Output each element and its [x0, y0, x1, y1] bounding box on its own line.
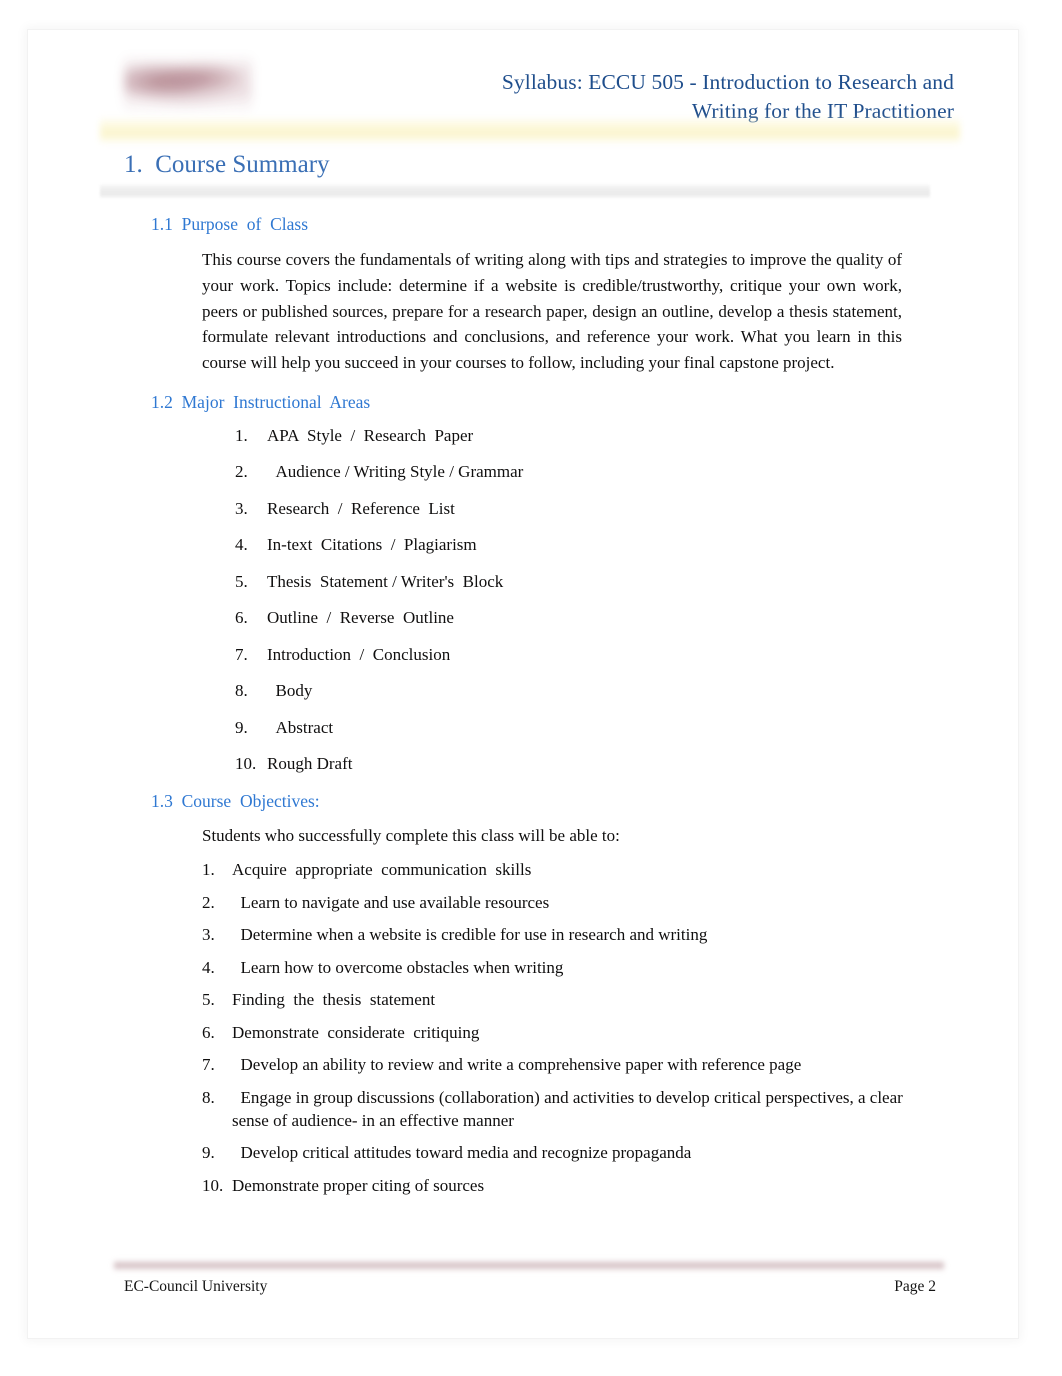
list-item-number: 4. [235, 535, 248, 555]
footer-page-number: Page 2 [894, 1278, 936, 1295]
list-item-number: 6. [235, 608, 248, 628]
subsection-heading-course-objectives: 1.3 Course Objectives: [151, 791, 320, 812]
list-item-number: 2. [202, 892, 215, 912]
list-item: 8. Body [235, 679, 1018, 702]
list-item-number: 2. [235, 462, 248, 482]
list-item-number: 9. [235, 717, 248, 737]
list-item-number: 6. [202, 1022, 215, 1042]
list-item-number: 3. [235, 498, 248, 518]
list-item: 6. Outline / Reverse Outline [235, 606, 1018, 629]
list-item-number: 8. [235, 681, 248, 701]
list-item-text: Engage in group discussions (collaborati… [232, 1087, 908, 1130]
list-item-number: 1. [202, 860, 215, 880]
list-item-text: In-text Citations / Plagiarism [267, 535, 477, 555]
subsection-heading-major-instructional-areas: 1.2 Major Instructional Areas [151, 391, 371, 412]
list-item: 9. Abstract [235, 716, 1018, 739]
list-item: 6. Demonstrate considerate critiquing [202, 1021, 922, 1044]
list-item-number: 9. [202, 1143, 215, 1163]
course-objectives-intro: Students who successfully complete this … [202, 826, 620, 846]
document-body: 1. Course Summary 1.1 Purpose of Class T… [28, 148, 1018, 1206]
list-item-text: Develop critical attitudes toward media … [232, 1143, 692, 1163]
list-item-number: 5. [235, 571, 248, 591]
list-item: 2. Audience / Writing Style / Grammar [235, 460, 1018, 483]
list-item: 7. Develop an ability to review and writ… [202, 1053, 922, 1076]
list-item-text: Finding the thesis statement [232, 990, 436, 1010]
list-item: 3. Determine when a website is credible … [202, 923, 922, 946]
section-heading-row: 1. Course Summary [28, 148, 1018, 182]
document-footer: EC-Council University Page 2 [28, 1252, 1018, 1338]
list-item: 1. Acquire appropriate communication skil… [202, 858, 922, 881]
list-item-text: Outline / Reverse Outline [267, 608, 454, 628]
document-header: Syllabus: ECCU 505 - Introduction to Res… [28, 30, 1018, 148]
list-item-text: APA Style / Research Paper [267, 425, 474, 445]
list-item: 2. Learn to navigate and use available r… [202, 891, 922, 914]
document-title-line-1: Syllabus: ECCU 505 - Introduction to Res… [501, 70, 954, 94]
list-item-number: 7. [235, 644, 248, 664]
list-item: 7. Introduction / Conclusion [235, 643, 1018, 666]
list-item: 1. APA Style / Research Paper [235, 424, 1018, 447]
list-item-text: Determine when a website is credible for… [232, 925, 708, 945]
list-item: 4. Learn how to overcome obstacles when … [202, 956, 922, 979]
list-item: 5. Finding the thesis statement [202, 988, 922, 1011]
list-item-number: 5. [202, 990, 215, 1010]
list-item-text: Rough Draft [267, 754, 353, 774]
list-item-text: Research / Reference List [267, 498, 455, 518]
list-item-number: 7. [202, 1055, 215, 1075]
list-item: 3. Research / Reference List [235, 497, 1018, 520]
ec-council-university-logo-icon [124, 55, 252, 113]
list-item-number: 3. [202, 925, 215, 945]
list-item-number: 4. [202, 957, 215, 977]
list-item: 9. Develop critical attitudes toward med… [202, 1141, 922, 1164]
list-item: 4. In-text Citations / Plagiarism [235, 533, 1018, 556]
list-item: 10. Rough Draft [235, 752, 1018, 775]
list-item-text: Acquire appropriate communication skills [232, 860, 532, 880]
list-item-text: Abstract [267, 717, 334, 737]
list-item-text: Learn to navigate and use available reso… [232, 892, 550, 912]
subsection-heading-purpose-of-class: 1.1 Purpose of Class [151, 214, 309, 234]
list-item-text: Develop an ability to review and write a… [232, 1055, 802, 1075]
section-heading-course-summary: 1. Course Summary [124, 151, 330, 178]
list-item-text: Introduction / Conclusion [267, 644, 451, 664]
instructional-areas-list: 1. APA Style / Research Paper 2. Audience … [235, 424, 1018, 776]
list-item-number: 10. [235, 754, 257, 774]
list-item: 5. Thesis Statement / Writer's Block [235, 570, 1018, 593]
list-item-text: Demonstrate proper citing of sources [232, 1175, 485, 1195]
purpose-of-class-paragraph: This course covers the fundamentals of w… [202, 250, 902, 373]
header-accent-band [100, 116, 960, 146]
footer-accent-band [114, 1260, 944, 1271]
list-item-number: 8. [202, 1087, 215, 1107]
page-canvas: Syllabus: ECCU 505 - Introduction to Res… [28, 30, 1018, 1338]
list-item: 10. Demonstrate proper citing of sources [202, 1174, 922, 1197]
course-objectives-list: 1. Acquire appropriate communication skil… [202, 858, 922, 1197]
section-heading-rule [100, 184, 930, 198]
list-item-text: Body [267, 681, 313, 701]
list-item-text: Learn how to overcome obstacles when wri… [232, 957, 564, 977]
footer-institution-name: EC-Council University [124, 1278, 268, 1295]
list-item: 8. Engage in group discussions (collabor… [202, 1086, 922, 1132]
document-page: Syllabus: ECCU 505 - Introduction to Res… [28, 30, 1018, 1338]
list-item-text: Demonstrate considerate critiquing [232, 1022, 480, 1042]
list-item-number: 10. [202, 1175, 224, 1195]
list-item-text: Thesis Statement / Writer's Block [267, 571, 504, 591]
list-item-number: 1. [235, 425, 248, 445]
list-item-text: Audience / Writing Style / Grammar [267, 462, 524, 482]
